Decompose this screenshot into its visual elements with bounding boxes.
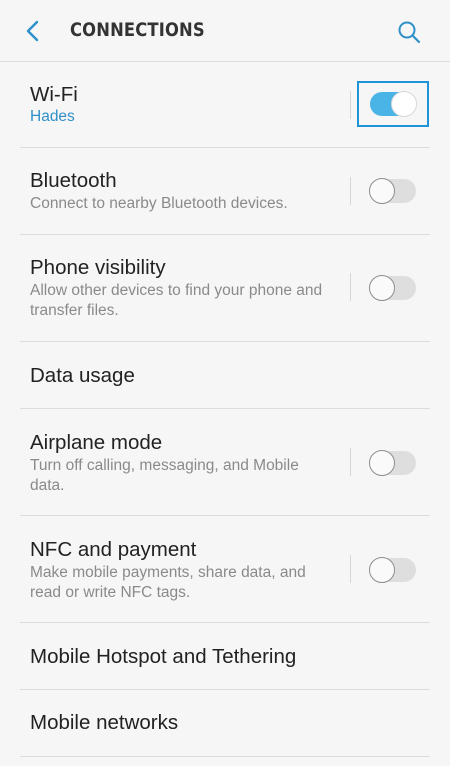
row-title: Bluetooth	[30, 169, 117, 192]
row-title: Mobile networks	[30, 711, 179, 734]
vertical-divider	[350, 273, 351, 301]
row-title: NFC and payment	[30, 538, 197, 561]
vertical-divider	[350, 177, 351, 205]
wifi-row[interactable]: Wi-Fi Hades	[20, 62, 430, 148]
row-subtitle: Connect to nearby Bluetooth devices.	[30, 195, 288, 212]
toggle-knob	[369, 557, 395, 583]
search-icon	[398, 21, 421, 44]
search-button[interactable]	[394, 17, 424, 47]
row-subtitle: Make mobile payments, share data, and re…	[30, 564, 306, 601]
vertical-divider	[350, 555, 351, 583]
back-button[interactable]	[18, 16, 48, 46]
row-subtitle: Turn off calling, messaging, and Mobile …	[30, 457, 299, 494]
vertical-divider	[350, 448, 351, 476]
toggle-knob	[369, 275, 395, 301]
row-title: Phone visibility	[30, 256, 166, 279]
airplane-mode-row[interactable]: Airplane mode Turn off calling, messagin…	[20, 409, 430, 516]
airplane-mode-toggle[interactable]	[369, 450, 416, 476]
bluetooth-toggle[interactable]	[369, 178, 416, 204]
row-title: Data usage	[30, 364, 135, 387]
row-subtitle: Allow other devices to find your phone a…	[30, 282, 323, 319]
phone-visibility-toggle[interactable]	[369, 275, 416, 301]
toggle-knob	[391, 91, 417, 117]
page-title: CONNECTIONS	[70, 19, 205, 41]
wifi-network-name: Hades	[30, 108, 75, 125]
bluetooth-row[interactable]: Bluetooth Connect to nearby Bluetooth de…	[20, 148, 430, 235]
toggle-knob	[369, 450, 395, 476]
row-title: Mobile Hotspot and Tethering	[30, 645, 297, 668]
nfc-toggle[interactable]	[369, 557, 416, 583]
chevron-left-icon	[26, 20, 39, 42]
row-title: Wi-Fi	[30, 83, 78, 106]
wifi-toggle[interactable]	[370, 91, 417, 117]
mobile-networks-row[interactable]: Mobile networks	[20, 690, 430, 757]
vertical-divider	[350, 91, 351, 119]
app-bar: CONNECTIONS	[0, 0, 450, 62]
mobile-hotspot-row[interactable]: Mobile Hotspot and Tethering	[20, 623, 430, 690]
phone-visibility-row[interactable]: Phone visibility Allow other devices to …	[20, 235, 430, 342]
toggle-knob	[369, 178, 395, 204]
nfc-payment-row[interactable]: NFC and payment Make mobile payments, sh…	[20, 516, 430, 623]
data-usage-row[interactable]: Data usage	[20, 342, 430, 409]
settings-list: Wi-Fi Hades Bluetooth Connect to nearby …	[0, 62, 450, 757]
row-title: Airplane mode	[30, 431, 163, 454]
